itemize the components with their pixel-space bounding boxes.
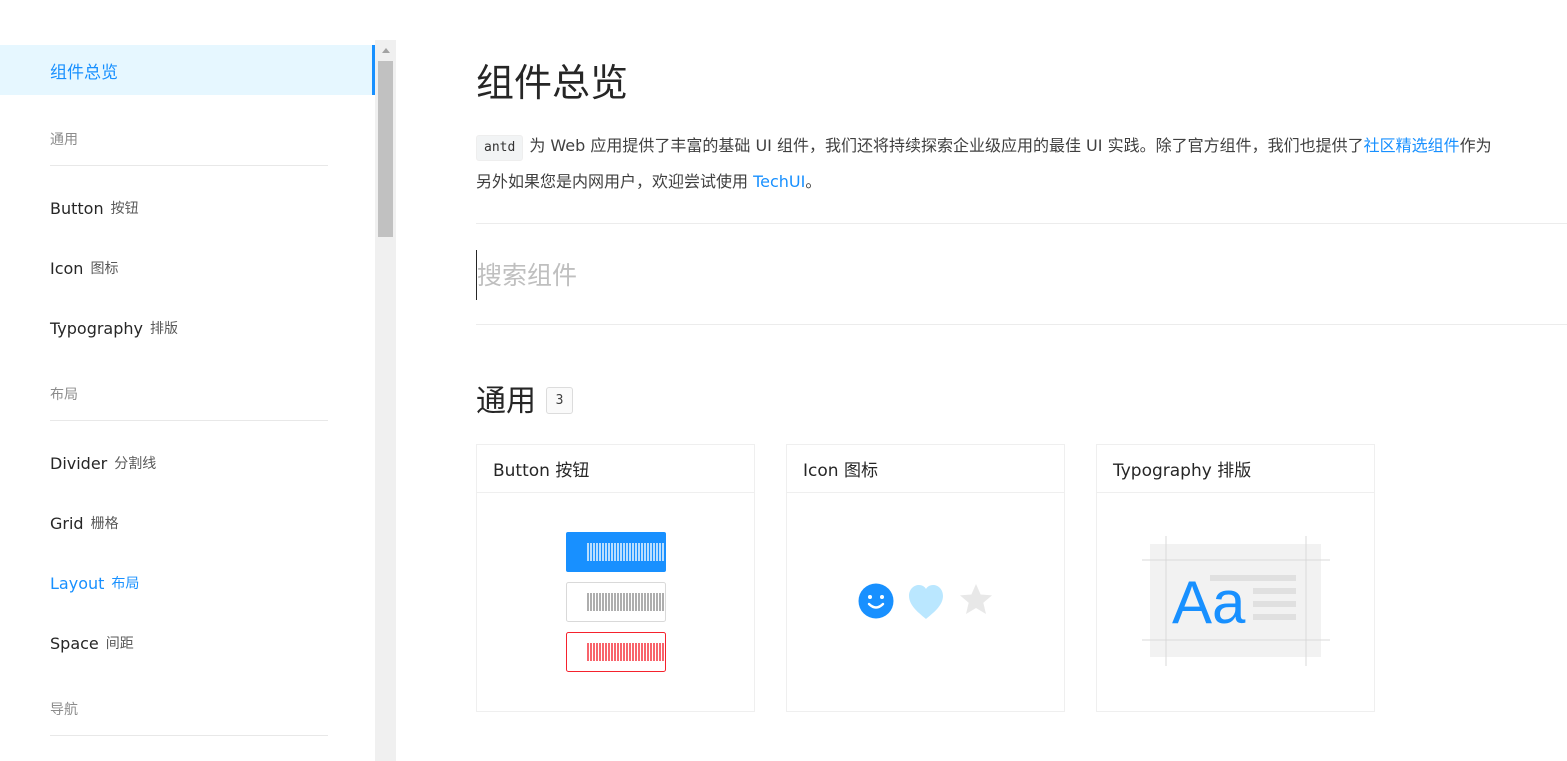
- sidebar-item-icon[interactable]: Icon 图标: [0, 238, 375, 298]
- sidebar-item-sublabel: 栅格: [90, 516, 119, 532]
- search-input[interactable]: [476, 250, 1567, 300]
- typography-illustration-icon: Aa: [1142, 536, 1330, 666]
- typography-illustration: Aa: [1097, 493, 1374, 712]
- sidebar-item-sublabel: 分割线: [114, 456, 157, 472]
- sidebar-item-sublabel: 布局: [111, 576, 140, 592]
- intro-text-2-tail: 。: [805, 172, 822, 191]
- star-icon: [960, 584, 992, 614]
- antd-code: antd: [476, 135, 524, 161]
- sidebar: 组件总览 通用 Button 按钮 Icon 图标 Typography 排版 …: [0, 0, 375, 761]
- button-illustration: [477, 493, 754, 712]
- button-illustration-icon: [566, 532, 666, 672]
- sidebar-item-space[interactable]: Space 间距: [0, 613, 375, 673]
- intro-line-1: antd 为 Web 应用提供了丰富的基础 UI 组件，我们还将持续探索企业级应用…: [476, 128, 1567, 164]
- scrollbar-thumb[interactable]: [378, 61, 393, 237]
- divider: [476, 324, 1567, 325]
- icon-illustration-icon: [858, 583, 992, 619]
- component-cards: Button 按钮 Icon 图标 Typography 排版 Aa: [476, 444, 1375, 712]
- intro-text-1: 为 Web 应用提供了丰富的基础 UI 组件，我们还将持续探索企业级应用的最佳 …: [529, 136, 1364, 155]
- intro-text-2: 另外如果您是内网用户，欢迎尝试使用: [476, 172, 754, 191]
- sidebar-item-sublabel: 间距: [105, 636, 134, 652]
- sidebar-item-label: 组件总览: [50, 62, 118, 83]
- sidebar-menu: 组件总览 通用 Button 按钮 Icon 图标 Typography 排版 …: [0, 45, 375, 736]
- divider: [476, 223, 1567, 224]
- card-typography[interactable]: Typography 排版 Aa: [1096, 444, 1375, 712]
- sidebar-item-divider[interactable]: Divider 分割线: [0, 433, 375, 493]
- sidebar-scrollbar[interactable]: [375, 40, 396, 761]
- sidebar-item-sublabel: 按钮: [110, 201, 139, 217]
- section-title: 通用: [476, 384, 536, 419]
- sidebar-item-label: Button: [50, 198, 104, 218]
- sidebar-item-button[interactable]: Button 按钮: [0, 178, 375, 238]
- sidebar-group-layout: 布局: [50, 358, 328, 421]
- sidebar-item-label: Grid: [50, 513, 84, 533]
- smile-icon: [858, 583, 894, 619]
- section-heading-general: 通用 3: [476, 376, 573, 420]
- heart-icon: [909, 585, 943, 619]
- sidebar-item-label: Layout: [50, 573, 105, 593]
- community-components-link[interactable]: 社区精选组件: [1364, 136, 1460, 155]
- card-title: Typography 排版: [1097, 445, 1374, 493]
- sidebar-group-general: 通用: [50, 95, 328, 166]
- sidebar-item-label: Icon: [50, 258, 84, 278]
- intro-line-2: 另外如果您是内网用户，欢迎尝试使用 TechUI。: [476, 164, 1567, 200]
- sidebar-item-typography[interactable]: Typography 排版: [0, 298, 375, 358]
- sidebar-item-overview[interactable]: 组件总览: [0, 45, 375, 95]
- techui-link[interactable]: TechUI: [753, 172, 805, 191]
- sidebar-group-navigation: 导航: [50, 673, 328, 736]
- sidebar-item-label: Typography: [50, 318, 143, 338]
- scroll-up-arrow-icon[interactable]: [375, 40, 396, 60]
- sidebar-item-label: Space: [50, 633, 99, 653]
- icon-illustration: [787, 493, 1064, 712]
- card-title: Button 按钮: [477, 445, 754, 493]
- sidebar-item-grid[interactable]: Grid 栅格: [0, 493, 375, 553]
- typography-sample: Aa: [1172, 569, 1246, 636]
- sidebar-item-label: Divider: [50, 453, 108, 473]
- page-title: 组件总览: [476, 61, 629, 105]
- card-icon[interactable]: Icon 图标: [786, 444, 1065, 712]
- count-badge: 3: [546, 386, 573, 414]
- sidebar-item-layout[interactable]: Layout 布局: [0, 553, 375, 613]
- card-button[interactable]: Button 按钮: [476, 444, 755, 712]
- main-content: 组件总览 antd 为 Web 应用提供了丰富的基础 UI 组件，我们还将持续探索…: [476, 0, 1567, 761]
- sidebar-item-sublabel: 排版: [150, 321, 178, 337]
- card-title: Icon 图标: [787, 445, 1064, 493]
- intro-text-1-tail: 作为: [1459, 136, 1492, 155]
- sidebar-item-sublabel: 图标: [90, 261, 119, 277]
- intro-paragraph: antd 为 Web 应用提供了丰富的基础 UI 组件，我们还将持续探索企业级应用…: [476, 128, 1567, 200]
